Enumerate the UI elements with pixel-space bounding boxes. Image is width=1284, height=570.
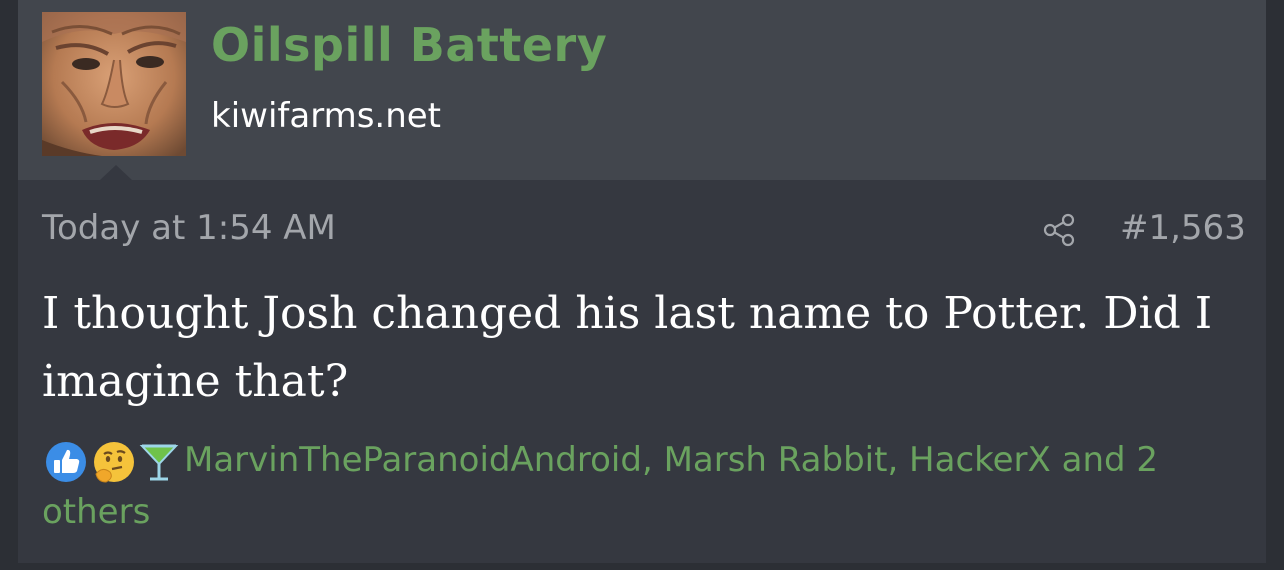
header-pointer (100, 165, 132, 180)
post-header: Oilspill Battery kiwifarms.net (18, 0, 1266, 180)
reactions-bar: MarvinTheParanoidAndroid, Marsh Rabbit, … (42, 434, 1247, 538)
post-body: I thought Josh changed his last name to … (42, 288, 1213, 407)
avatar[interactable] (42, 12, 186, 156)
post-number-link[interactable]: #1,563 (1120, 208, 1246, 248)
post-card: Oilspill Battery kiwifarms.net Today at … (18, 0, 1266, 563)
username-link[interactable]: Oilspill Battery (211, 18, 607, 72)
reaction-users-link[interactable]: MarvinTheParanoidAndroid, Marsh Rabbit, … (42, 440, 1158, 532)
reaction-icons[interactable] (42, 434, 184, 486)
site-label: kiwifarms.net (211, 96, 442, 136)
post-timestamp[interactable]: Today at 1:54 AM (42, 208, 336, 248)
thinking-face-icon (91, 439, 137, 485)
thumbs-up-icon (43, 439, 89, 485)
share-icon[interactable] (1041, 211, 1079, 249)
cocktail-icon (139, 444, 179, 481)
